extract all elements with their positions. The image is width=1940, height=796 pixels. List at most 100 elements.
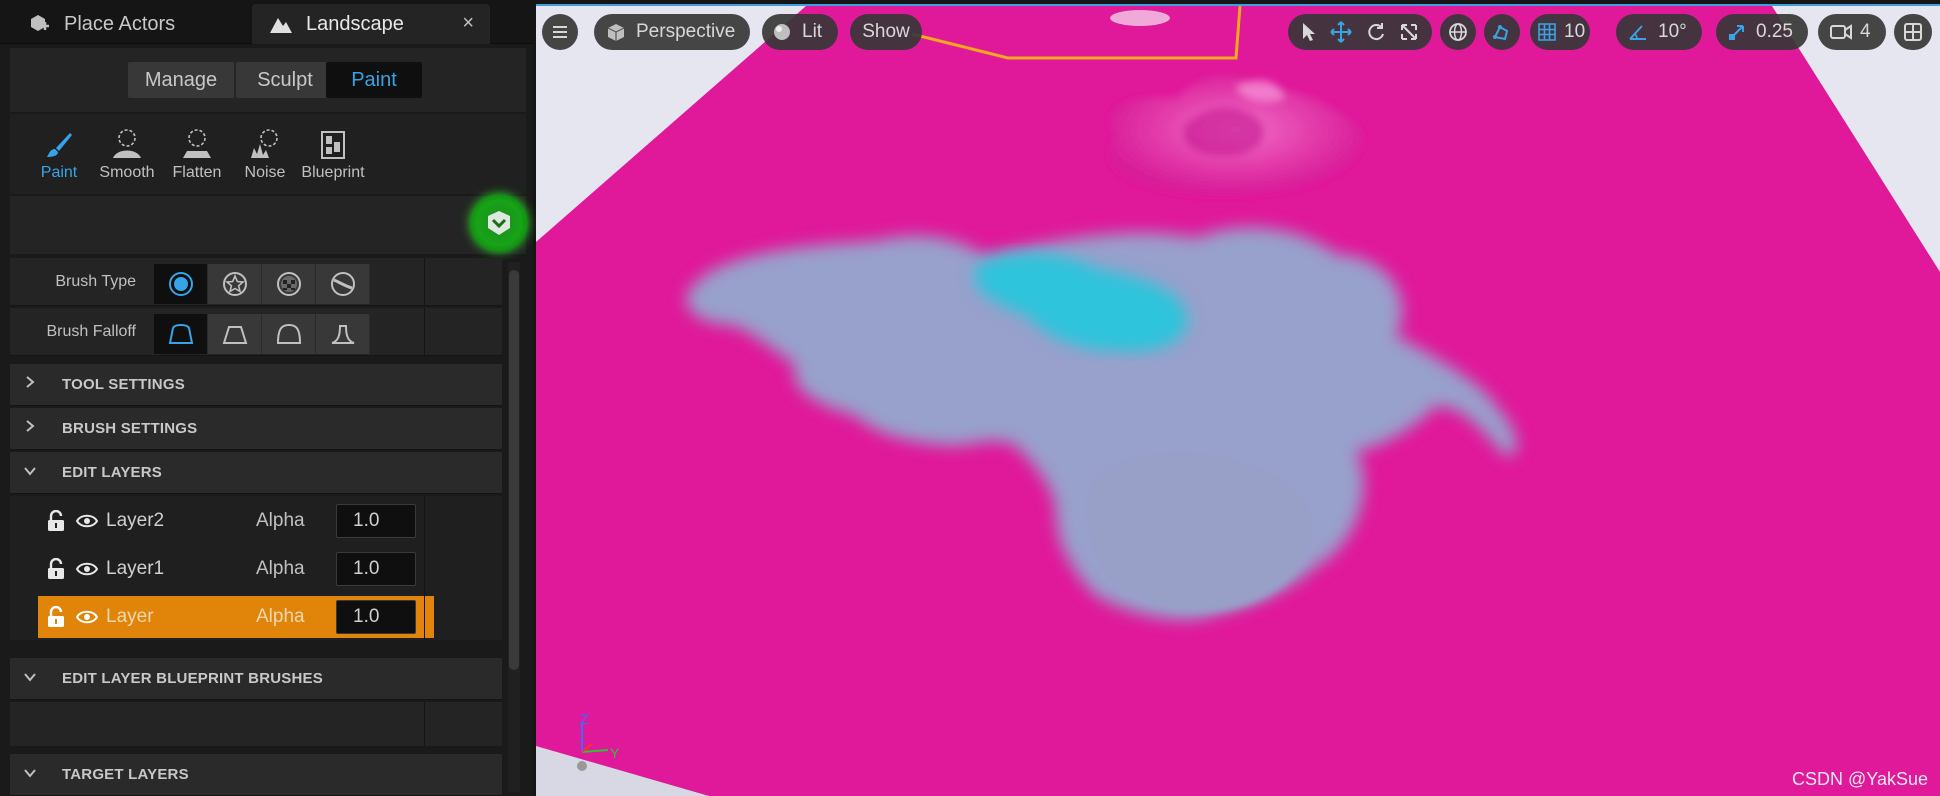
tool-blueprint[interactable]: Blueprint	[298, 126, 368, 182]
axis-y-label: Y	[610, 745, 620, 761]
landscape-status-icon[interactable]	[470, 194, 528, 252]
edit-layers-section[interactable]: EDIT LAYERS	[10, 452, 502, 494]
brush-falloff-selector	[154, 314, 370, 354]
tool-settings-section[interactable]: TOOL SETTINGS	[10, 364, 502, 406]
details-scrollbar[interactable]	[508, 262, 520, 792]
layer-row-layer-selected[interactable]: Layer Alpha 1.0	[10, 592, 502, 640]
landscape-icon	[268, 11, 294, 37]
scale-snap-icon	[1728, 23, 1746, 41]
edit-layer-blueprint-brushes-title: EDIT LAYER BLUEPRINT BRUSHES	[62, 670, 323, 687]
visibility-eye-icon[interactable]	[76, 514, 98, 528]
paint-brush-icon	[24, 126, 94, 160]
lock-icon[interactable]	[44, 606, 68, 628]
column-divider	[424, 544, 425, 592]
axis-z-label: Z	[580, 711, 589, 727]
manage-mode-button[interactable]: Manage	[128, 62, 234, 98]
brush-settings-section[interactable]: BRUSH SETTINGS	[10, 408, 502, 450]
blueprint-brushes-empty-row	[10, 702, 502, 746]
alpha-label: Alpha	[256, 558, 305, 579]
select-cursor-icon[interactable]	[1301, 22, 1317, 42]
viewport-menu-button[interactable]	[542, 14, 578, 50]
column-divider	[424, 258, 425, 306]
perspective-cube-icon	[606, 22, 626, 42]
rotate-icon[interactable]	[1366, 22, 1386, 42]
tool-paint[interactable]: Paint	[24, 126, 94, 182]
tab-landscape[interactable]: Landscape ×	[252, 4, 490, 44]
edit-layer-blueprint-brushes-section[interactable]: EDIT LAYER BLUEPRINT BRUSHES	[10, 658, 502, 700]
lock-icon[interactable]	[44, 558, 68, 580]
column-divider	[424, 702, 425, 746]
tool-paint-label: Paint	[40, 164, 78, 181]
brush-type-circle-button[interactable]	[154, 264, 208, 304]
lit-label: Lit	[802, 21, 823, 42]
visibility-eye-icon[interactable]	[76, 610, 98, 624]
rotation-snap-button[interactable]: 10°	[1616, 14, 1702, 50]
viewport-layout-button[interactable]	[1894, 14, 1932, 50]
paint-mode-button[interactable]: Paint	[326, 62, 422, 98]
visibility-eye-icon[interactable]	[76, 562, 98, 576]
flatten-icon	[162, 126, 232, 160]
tool-smooth-label: Smooth	[99, 164, 155, 181]
layer-row-layer2[interactable]: Layer2 Alpha 1.0	[10, 496, 502, 544]
layer-name[interactable]: Layer	[106, 606, 256, 628]
surface-snap-button[interactable]	[1484, 14, 1520, 50]
scale-snap-value: 0.25	[1756, 21, 1793, 42]
tool-flatten[interactable]: Flatten	[162, 126, 232, 182]
lock-icon[interactable]	[44, 510, 68, 532]
falloff-smooth-button[interactable]	[154, 314, 208, 354]
layer-row-layer1[interactable]: Layer1 Alpha 1.0	[10, 544, 502, 592]
mode-selector: Manage Sculpt Paint	[10, 48, 526, 112]
scale-icon[interactable]	[1399, 22, 1419, 42]
target-layers-section[interactable]: TARGET LAYERS	[10, 754, 502, 796]
alpha-value-field[interactable]: 1.0	[336, 552, 416, 586]
grid-snap-button[interactable]: 10	[1530, 14, 1590, 50]
brush-falloff-label: Brush Falloff	[46, 323, 136, 340]
place-actors-icon	[26, 11, 52, 37]
world-local-button[interactable]	[1440, 14, 1476, 50]
tool-settings-title: TOOL SETTINGS	[62, 376, 185, 393]
alpha-value-field[interactable]: 1.0	[336, 600, 416, 634]
brush-type-component-button[interactable]	[316, 264, 370, 304]
tab-place-actors-label: Place Actors	[64, 12, 176, 35]
alpha-value-field[interactable]: 1.0	[336, 504, 416, 538]
layer-name[interactable]: Layer1	[106, 558, 256, 580]
transform-tools	[1288, 14, 1432, 50]
blueprint-icon	[298, 126, 368, 160]
target-layers-title: TARGET LAYERS	[62, 766, 189, 783]
falloff-spherical-button[interactable]	[262, 314, 316, 354]
tab-place-actors[interactable]: Place Actors	[8, 4, 248, 44]
move-icon[interactable]	[1330, 21, 1352, 43]
layer-row-content: Layer1 Alpha 1.0	[38, 548, 434, 590]
camera-speed-button[interactable]: 4	[1818, 14, 1886, 50]
sculpt-mode-button[interactable]: Sculpt	[236, 62, 334, 98]
chevron-right-icon	[10, 375, 50, 394]
chevron-right-icon	[10, 419, 50, 438]
brush-type-selector	[154, 264, 370, 304]
lit-sphere-icon	[772, 22, 792, 42]
brush-type-alpha-button[interactable]	[262, 264, 316, 304]
paint-tools-row: Paint Smooth Flatten Noise Blueprint	[10, 114, 526, 194]
close-tab-icon[interactable]: ×	[462, 12, 474, 35]
globe-icon	[1448, 22, 1468, 42]
layer-row-content: Layer Alpha 1.0	[38, 596, 434, 638]
surface-snap-icon	[1491, 21, 1513, 43]
falloff-tip-button[interactable]	[316, 314, 370, 354]
show-label: Show	[862, 21, 910, 42]
scale-snap-button[interactable]: 0.25	[1716, 14, 1808, 50]
tool-blueprint-label: Blueprint	[301, 164, 365, 181]
brush-type-pattern-button[interactable]	[208, 264, 262, 304]
rotation-snap-value: 10°	[1658, 21, 1687, 42]
show-button[interactable]: Show	[850, 14, 922, 50]
column-divider	[424, 592, 425, 640]
tool-noise-label: Noise	[244, 164, 286, 181]
scrollbar-thumb[interactable]	[509, 270, 519, 670]
falloff-linear-button[interactable]	[208, 314, 262, 354]
tool-noise[interactable]: Noise	[230, 126, 300, 182]
perspective-button[interactable]: Perspective	[594, 14, 750, 50]
level-viewport[interactable]: Z Y Perspective Lit Show 10 10° 0.25 4 C…	[536, 4, 1940, 796]
layer-row-content: Layer2 Alpha 1.0	[38, 500, 434, 542]
camera-icon	[1830, 24, 1852, 40]
layer-name[interactable]: Layer2	[106, 510, 256, 532]
lit-button[interactable]: Lit	[762, 14, 838, 50]
tool-smooth[interactable]: Smooth	[92, 126, 162, 182]
